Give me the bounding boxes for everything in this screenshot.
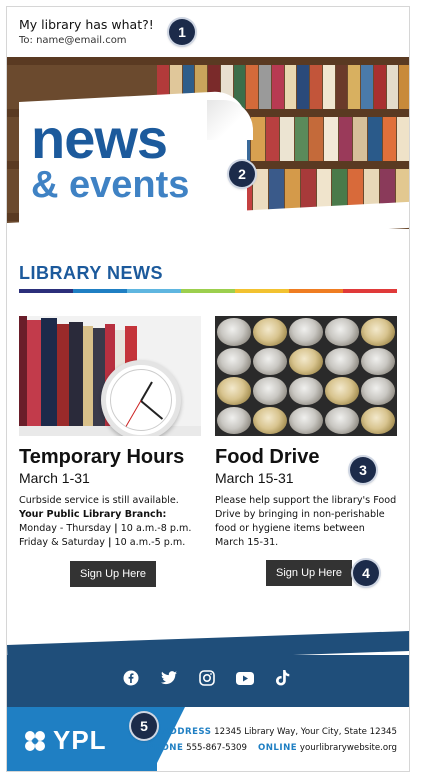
news-item-body: Curbside service is still available. You… [19,495,192,548]
email-preview: My library has what?! To: name@email.com… [6,6,410,772]
tiktok-icon[interactable] [274,669,292,687]
can-shape [325,377,359,405]
stripe-segment [19,289,73,293]
can-shape [361,318,395,346]
callout-5: 5 [131,713,157,739]
can-shape [361,377,395,405]
twitter-icon[interactable] [160,669,178,687]
can-shape [325,406,359,434]
clock-icon [101,360,181,436]
facebook-icon[interactable] [122,669,140,687]
instagram-icon[interactable] [198,669,216,687]
youtube-icon[interactable] [236,669,254,687]
callout-2: 2 [229,161,255,187]
hero-banner: news & events [7,57,409,229]
news-item-body: Please help support the library's Food D… [215,495,397,548]
stripe-segment [289,289,343,293]
library-logo: YPL [23,725,107,756]
can-shape [217,347,251,375]
callout-3: 3 [350,457,376,483]
hero-title: news [31,107,168,170]
can-shape [217,318,251,346]
can-shape [217,406,251,434]
email-recipient: To: name@email.com [19,35,127,46]
sign-up-button-food-drive[interactable]: Sign Up Here [266,560,353,586]
can-shape [289,377,323,405]
can-shape [289,406,323,434]
sign-up-button-hours[interactable]: Sign Up Here [70,561,157,587]
can-shape [253,318,287,346]
can-shape [361,347,395,375]
stripe-segment [343,289,397,293]
news-item-title: Temporary Hours [19,446,185,468]
hero-subtitle: & events [31,164,190,206]
can-shape [325,347,359,375]
callout-4: 4 [353,560,379,586]
canned-food-photo [215,316,397,436]
news-item-date: March 1-31 [19,470,90,486]
news-item-temporary-hours: Temporary Hours March 1-31 Curbside serv… [19,316,201,550]
stripe-segment [181,289,235,293]
phone-number: 555-867-5309 [186,743,247,753]
social-links [122,669,292,687]
email-subject: My library has what?! [19,17,154,32]
clock-books-photo [19,316,201,436]
can-shape [361,406,395,434]
section-title: LIBRARY NEWS [19,263,164,283]
logo-text: YPL [53,725,107,755]
can-shape [253,347,287,375]
color-stripe-divider [19,289,397,293]
stripe-segment [73,289,127,293]
can-shape [253,406,287,434]
callout-1: 1 [169,19,195,45]
stripe-segment [235,289,289,293]
footer-contact: PHONE 555-867-5309 ONLINE yourlibraryweb… [147,743,397,753]
can-shape [325,318,359,346]
news-item-food-drive: Food Drive March 15-31 Please help suppo… [215,316,397,550]
email-header: My library has what?! To: name@email.com [19,17,154,46]
can-shape [289,318,323,346]
footer-address: ADDRESS 12345 Library Way, Your City, St… [162,727,397,737]
can-shape [253,377,287,405]
stripe-segment [127,289,181,293]
clover-logo-icon [25,730,45,751]
website-link[interactable]: yourlibrarywebsite.org [300,743,397,753]
can-shape [217,377,251,405]
can-shape [289,347,323,375]
